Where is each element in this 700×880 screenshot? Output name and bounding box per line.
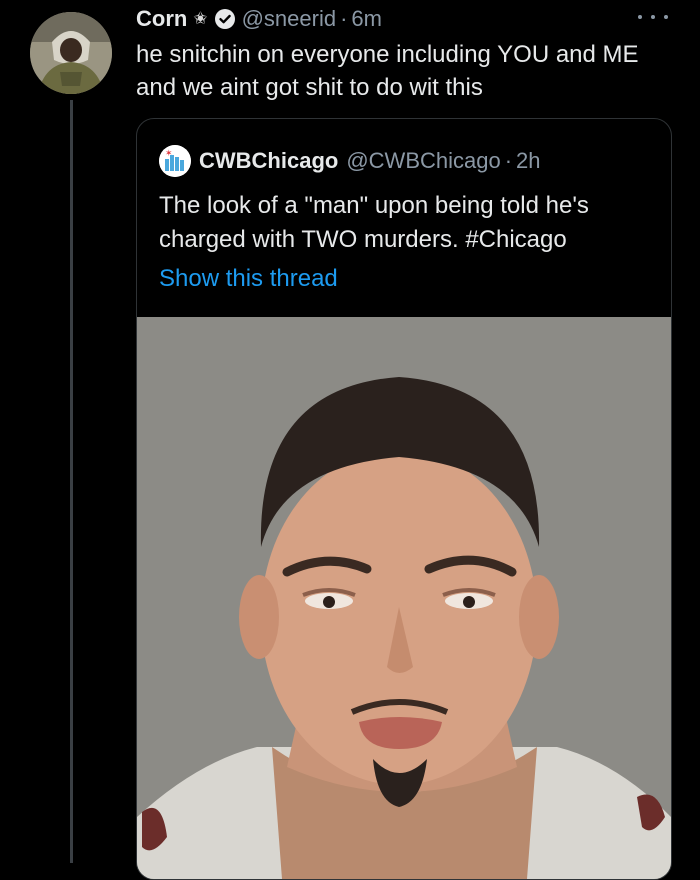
avatar-image	[30, 12, 112, 94]
tweet-header: Corn ✬ @sneerid · 6m	[136, 5, 382, 33]
svg-text:✶: ✶	[165, 149, 173, 159]
show-thread-link[interactable]: Show this thread	[159, 265, 338, 293]
quoted-tweet-header: ✶ CWBChicago @CWBChicago · 2h	[159, 145, 541, 177]
mugshot-image	[137, 317, 671, 879]
quoted-tweet-timestamp[interactable]: 2h	[516, 148, 540, 174]
author-avatar[interactable]	[30, 12, 112, 94]
quoted-tweet-text: The look of a "man" upon being told he's…	[159, 192, 589, 253]
quoted-author-handle[interactable]: @CWBChicago	[346, 148, 500, 174]
quoted-tweet-photo[interactable]	[137, 317, 671, 879]
tweet-timestamp[interactable]: 6m	[351, 6, 382, 32]
quoted-author-name[interactable]: CWBChicago	[199, 148, 338, 174]
quoted-separator-dot: ·	[504, 148, 513, 173]
separator-dot: ·	[340, 6, 348, 31]
more-options-icon[interactable]	[638, 12, 668, 22]
author-handle[interactable]: @sneerid	[242, 6, 337, 32]
quoted-tweet-card[interactable]: ✶ CWBChicago @CWBChicago · 2h The look o…	[136, 118, 672, 880]
verified-icon	[214, 8, 236, 30]
quoted-author-avatar[interactable]: ✶	[159, 145, 191, 177]
author-name[interactable]: Corn	[136, 6, 187, 32]
thread-line	[70, 100, 73, 863]
tweet-text: he snitchin on everyone including YOU an…	[136, 41, 639, 101]
star-icon: ✬	[193, 9, 208, 28]
